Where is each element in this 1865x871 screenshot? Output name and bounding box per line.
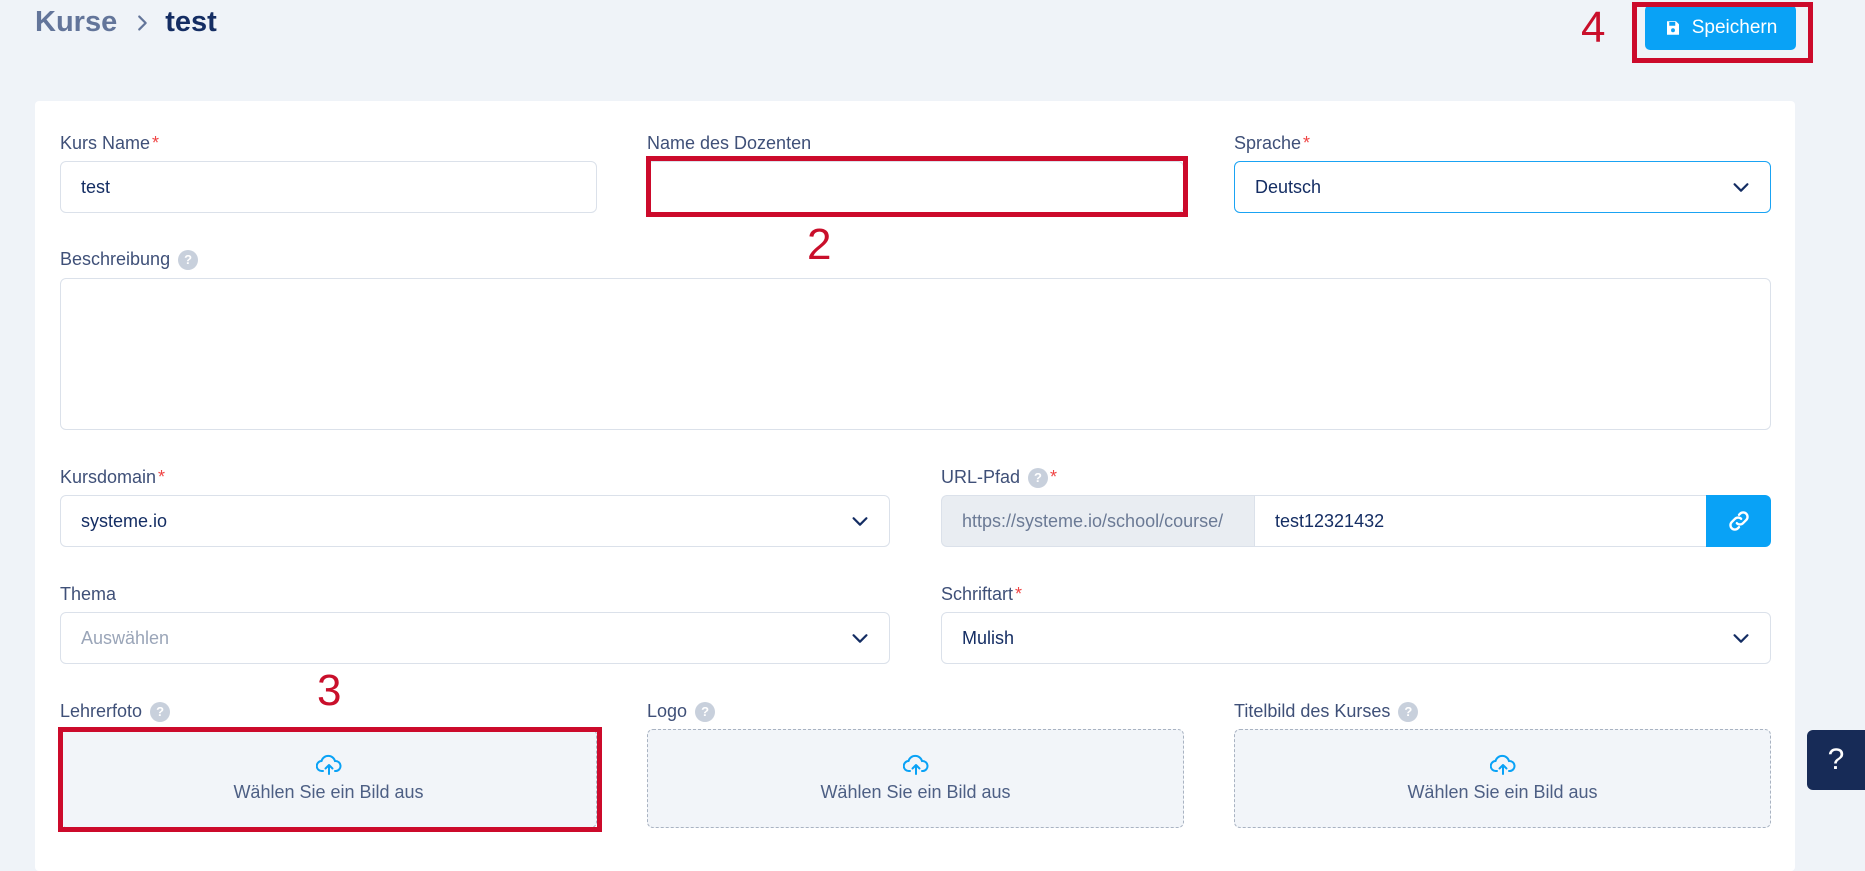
- chevron-down-icon: [852, 634, 868, 643]
- link-icon: [1728, 511, 1749, 531]
- cover-image-upload-label: Wählen Sie ein Bild aus: [1407, 782, 1598, 802]
- help-icon[interactable]: ?: [1028, 468, 1049, 489]
- language-select[interactable]: Deutsch: [1234, 161, 1771, 213]
- logo-label: Logo?: [647, 701, 716, 723]
- course-domain-value: systeme.io: [81, 510, 168, 531]
- url-path-value: test12321432: [1275, 510, 1385, 531]
- url-path-label: URL-Pfad? *: [941, 467, 1058, 489]
- annotation-number-2: 2: [807, 220, 832, 269]
- chevron-down-icon: [1733, 183, 1749, 192]
- help-icon[interactable]: ?: [178, 250, 199, 271]
- font-value: Mulish: [962, 627, 1015, 648]
- cover-image-upload[interactable]: Wählen Sie ein Bild aus: [1234, 729, 1771, 828]
- course-domain-label: Kursdomain *: [60, 467, 166, 487]
- course-name-input[interactable]: test: [60, 161, 597, 213]
- logo-upload-label: Wählen Sie ein Bild aus: [820, 782, 1011, 802]
- theme-label: Thema: [60, 584, 117, 604]
- cloud-upload-icon: [1489, 754, 1516, 775]
- course-name-label: Kurs Name *: [60, 133, 160, 153]
- description-textarea[interactable]: [60, 278, 1771, 430]
- language-label: Sprache *: [1234, 133, 1311, 153]
- required-marker: *: [152, 133, 160, 153]
- chevron-down-icon: [1733, 634, 1749, 643]
- copy-link-button[interactable]: [1706, 495, 1771, 547]
- chevron-right-icon: [138, 14, 147, 31]
- help-icon[interactable]: ?: [1398, 702, 1419, 723]
- breadcrumb-parent[interactable]: Kurse: [35, 6, 117, 39]
- font-label: Schriftart *: [941, 584, 1023, 604]
- help-icon[interactable]: ?: [150, 702, 171, 723]
- required-marker: *: [1303, 133, 1311, 153]
- course-name-value: test: [81, 176, 111, 197]
- help-widget-button[interactable]: ?: [1807, 730, 1865, 790]
- required-marker: *: [1050, 467, 1058, 487]
- annotation-number-4: 4: [1581, 3, 1606, 52]
- url-prefix: https://systeme.io/school/course/: [941, 495, 1254, 547]
- help-icon[interactable]: ?: [695, 702, 716, 723]
- font-select[interactable]: Mulish: [941, 612, 1771, 664]
- annotation-box-instructor: [646, 156, 1188, 217]
- url-path-input[interactable]: test12321432: [1254, 495, 1706, 547]
- annotation-box-save: [1632, 2, 1813, 63]
- logo-upload[interactable]: Wählen Sie ein Bild aus: [647, 729, 1184, 828]
- language-value: Deutsch: [1255, 176, 1322, 197]
- help-widget-icon: ?: [1827, 743, 1845, 776]
- cover-image-label: Titelbild des Kurses?: [1234, 701, 1419, 723]
- chevron-down-icon: [852, 517, 868, 526]
- required-marker: *: [158, 467, 166, 487]
- course-domain-select[interactable]: systeme.io: [60, 495, 890, 547]
- teacher-photo-label: Lehrerfoto?: [60, 701, 171, 723]
- theme-placeholder: Auswählen: [81, 627, 170, 648]
- instructor-name-label: Name des Dozenten: [647, 133, 812, 153]
- theme-select[interactable]: Auswählen: [60, 612, 890, 664]
- breadcrumb-current: test: [165, 6, 217, 38]
- breadcrumb: Kurse test: [35, 6, 217, 39]
- annotation-box-teacher-photo: [58, 727, 602, 832]
- required-marker: *: [1015, 584, 1023, 604]
- cloud-upload-icon: [902, 754, 929, 775]
- description-label: Beschreibung?: [60, 249, 199, 271]
- annotation-number-3: 3: [317, 666, 342, 715]
